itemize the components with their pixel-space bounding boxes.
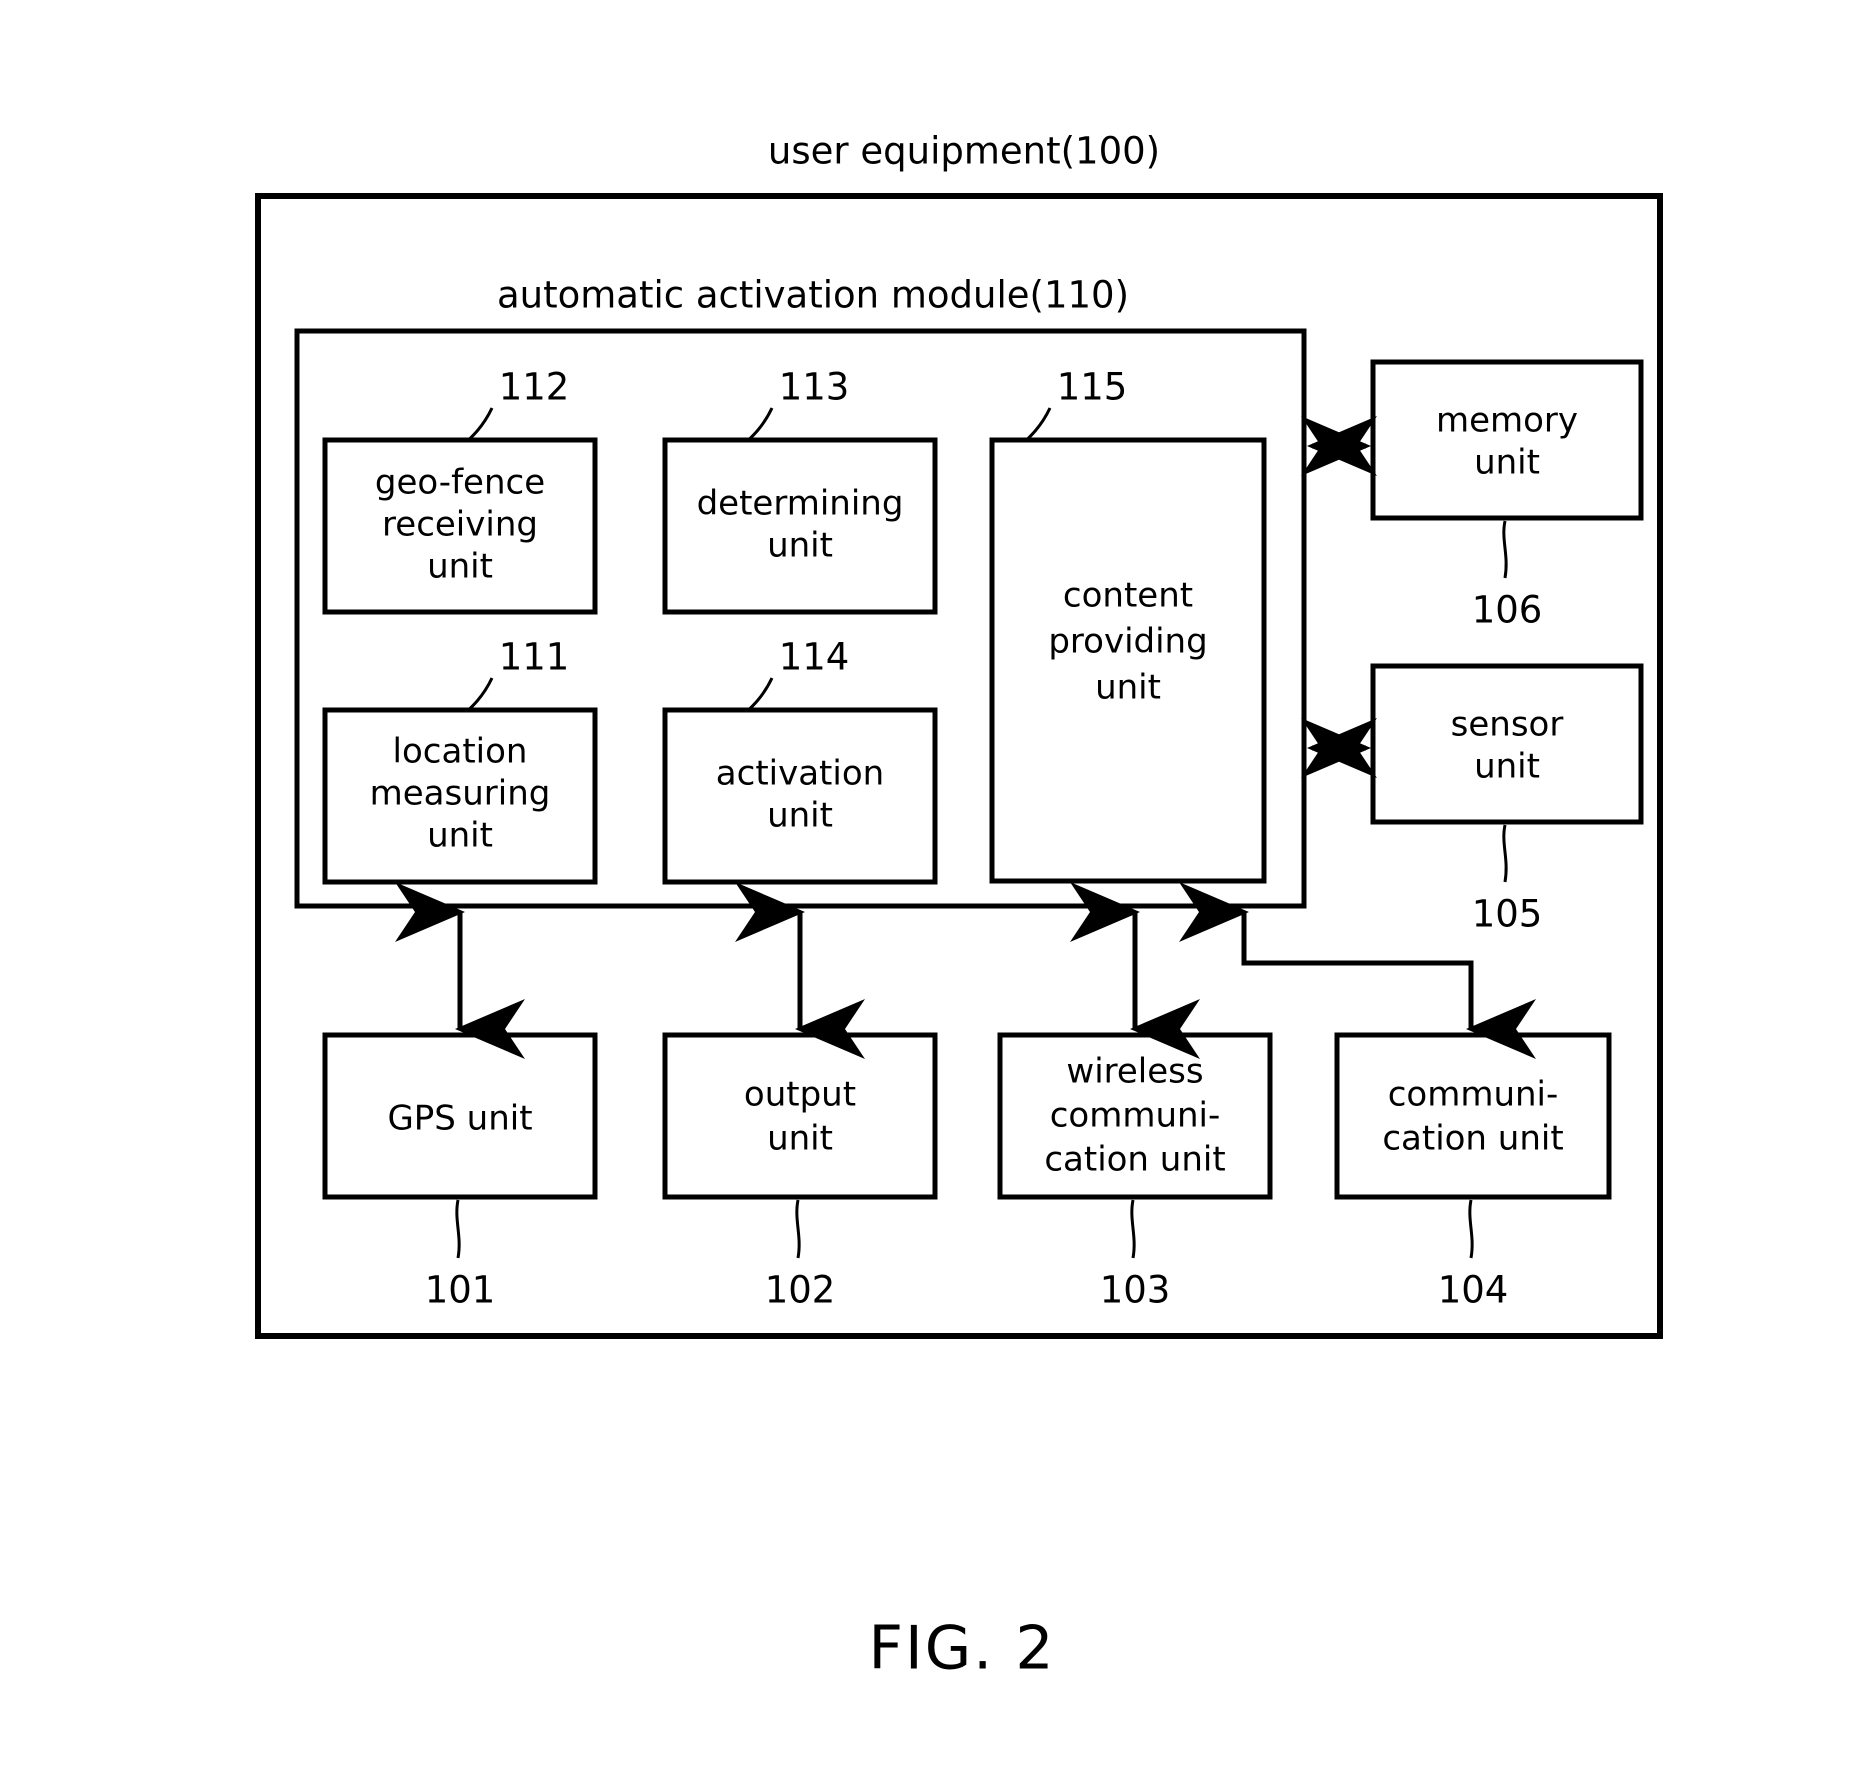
- patent-figure-diagram: user equipment(100) automatic activation…: [255, 130, 1663, 1684]
- wireless-communication-unit-label-line1: wireless: [1066, 1052, 1203, 1092]
- output-unit-label-line2: unit: [767, 1119, 833, 1159]
- ref-number-101: 101: [425, 1269, 496, 1312]
- ref-number-102: 102: [765, 1269, 836, 1312]
- activation-unit-label-line2: unit: [767, 796, 833, 836]
- leader-line-105: [1502, 824, 1508, 883]
- determining-unit-label-line2: unit: [767, 526, 833, 566]
- ref-number-114: 114: [779, 636, 850, 679]
- ref-number-115: 115: [1057, 366, 1128, 409]
- ref-number-113: 113: [779, 366, 850, 409]
- leader-line-102: [795, 1199, 801, 1259]
- output-unit-box: [662, 1032, 938, 1200]
- ref-number-103: 103: [1100, 1269, 1171, 1312]
- location-measuring-unit-label-line2: measuring: [370, 774, 551, 814]
- communication-unit-label-line1: communi-: [1388, 1075, 1559, 1115]
- leader-line-101: [455, 1199, 461, 1259]
- location-measuring-unit-label-line3: unit: [427, 816, 493, 856]
- figure-container: user equipment(100) automatic activation…: [0, 0, 1860, 1782]
- sensor-unit-label-line1: sensor: [1451, 705, 1564, 745]
- content-providing-unit-label-line2: providing: [1048, 622, 1207, 662]
- activation-unit-label-line1: activation: [716, 754, 884, 794]
- memory-unit-label-line2: unit: [1474, 443, 1540, 483]
- leader-line-104: [1468, 1199, 1474, 1259]
- ref-number-111: 111: [499, 636, 570, 679]
- wireless-communication-unit-label-line2: communi-: [1050, 1096, 1221, 1136]
- output-unit-label-line1: output: [744, 1075, 856, 1115]
- ref-number-105: 105: [1472, 893, 1543, 936]
- ref-number-112: 112: [499, 366, 570, 409]
- leader-line-106: [1502, 520, 1508, 579]
- determining-unit-label-line1: determining: [697, 484, 904, 524]
- connector-module-communication: [1179, 882, 1536, 1059]
- geo-fence-receiving-unit-label-line2: receiving: [382, 505, 538, 545]
- ref-number-106: 106: [1472, 589, 1543, 632]
- geo-fence-receiving-unit-label-line1: geo-fence: [375, 463, 545, 503]
- outer-frame-title: user equipment(100): [768, 130, 1160, 173]
- memory-unit-label-line1: memory: [1436, 401, 1578, 441]
- sensor-unit-label-line2: unit: [1474, 747, 1540, 787]
- content-providing-unit-label-line3: unit: [1095, 668, 1161, 708]
- module-title: automatic activation module(110): [497, 274, 1129, 317]
- leader-line-103: [1130, 1199, 1136, 1259]
- content-providing-unit-label-line1: content: [1063, 576, 1193, 616]
- communication-unit-label-line2: cation unit: [1382, 1119, 1563, 1159]
- communication-unit-box: [1334, 1032, 1612, 1200]
- wireless-communication-unit-label-line3: cation unit: [1044, 1140, 1225, 1180]
- gps-unit-label-line1: GPS unit: [387, 1099, 532, 1139]
- location-measuring-unit-label-line1: location: [393, 732, 528, 772]
- ref-number-104: 104: [1438, 1269, 1509, 1312]
- geo-fence-receiving-unit-label-line3: unit: [427, 547, 493, 587]
- figure-caption: FIG. 2: [868, 1614, 1055, 1684]
